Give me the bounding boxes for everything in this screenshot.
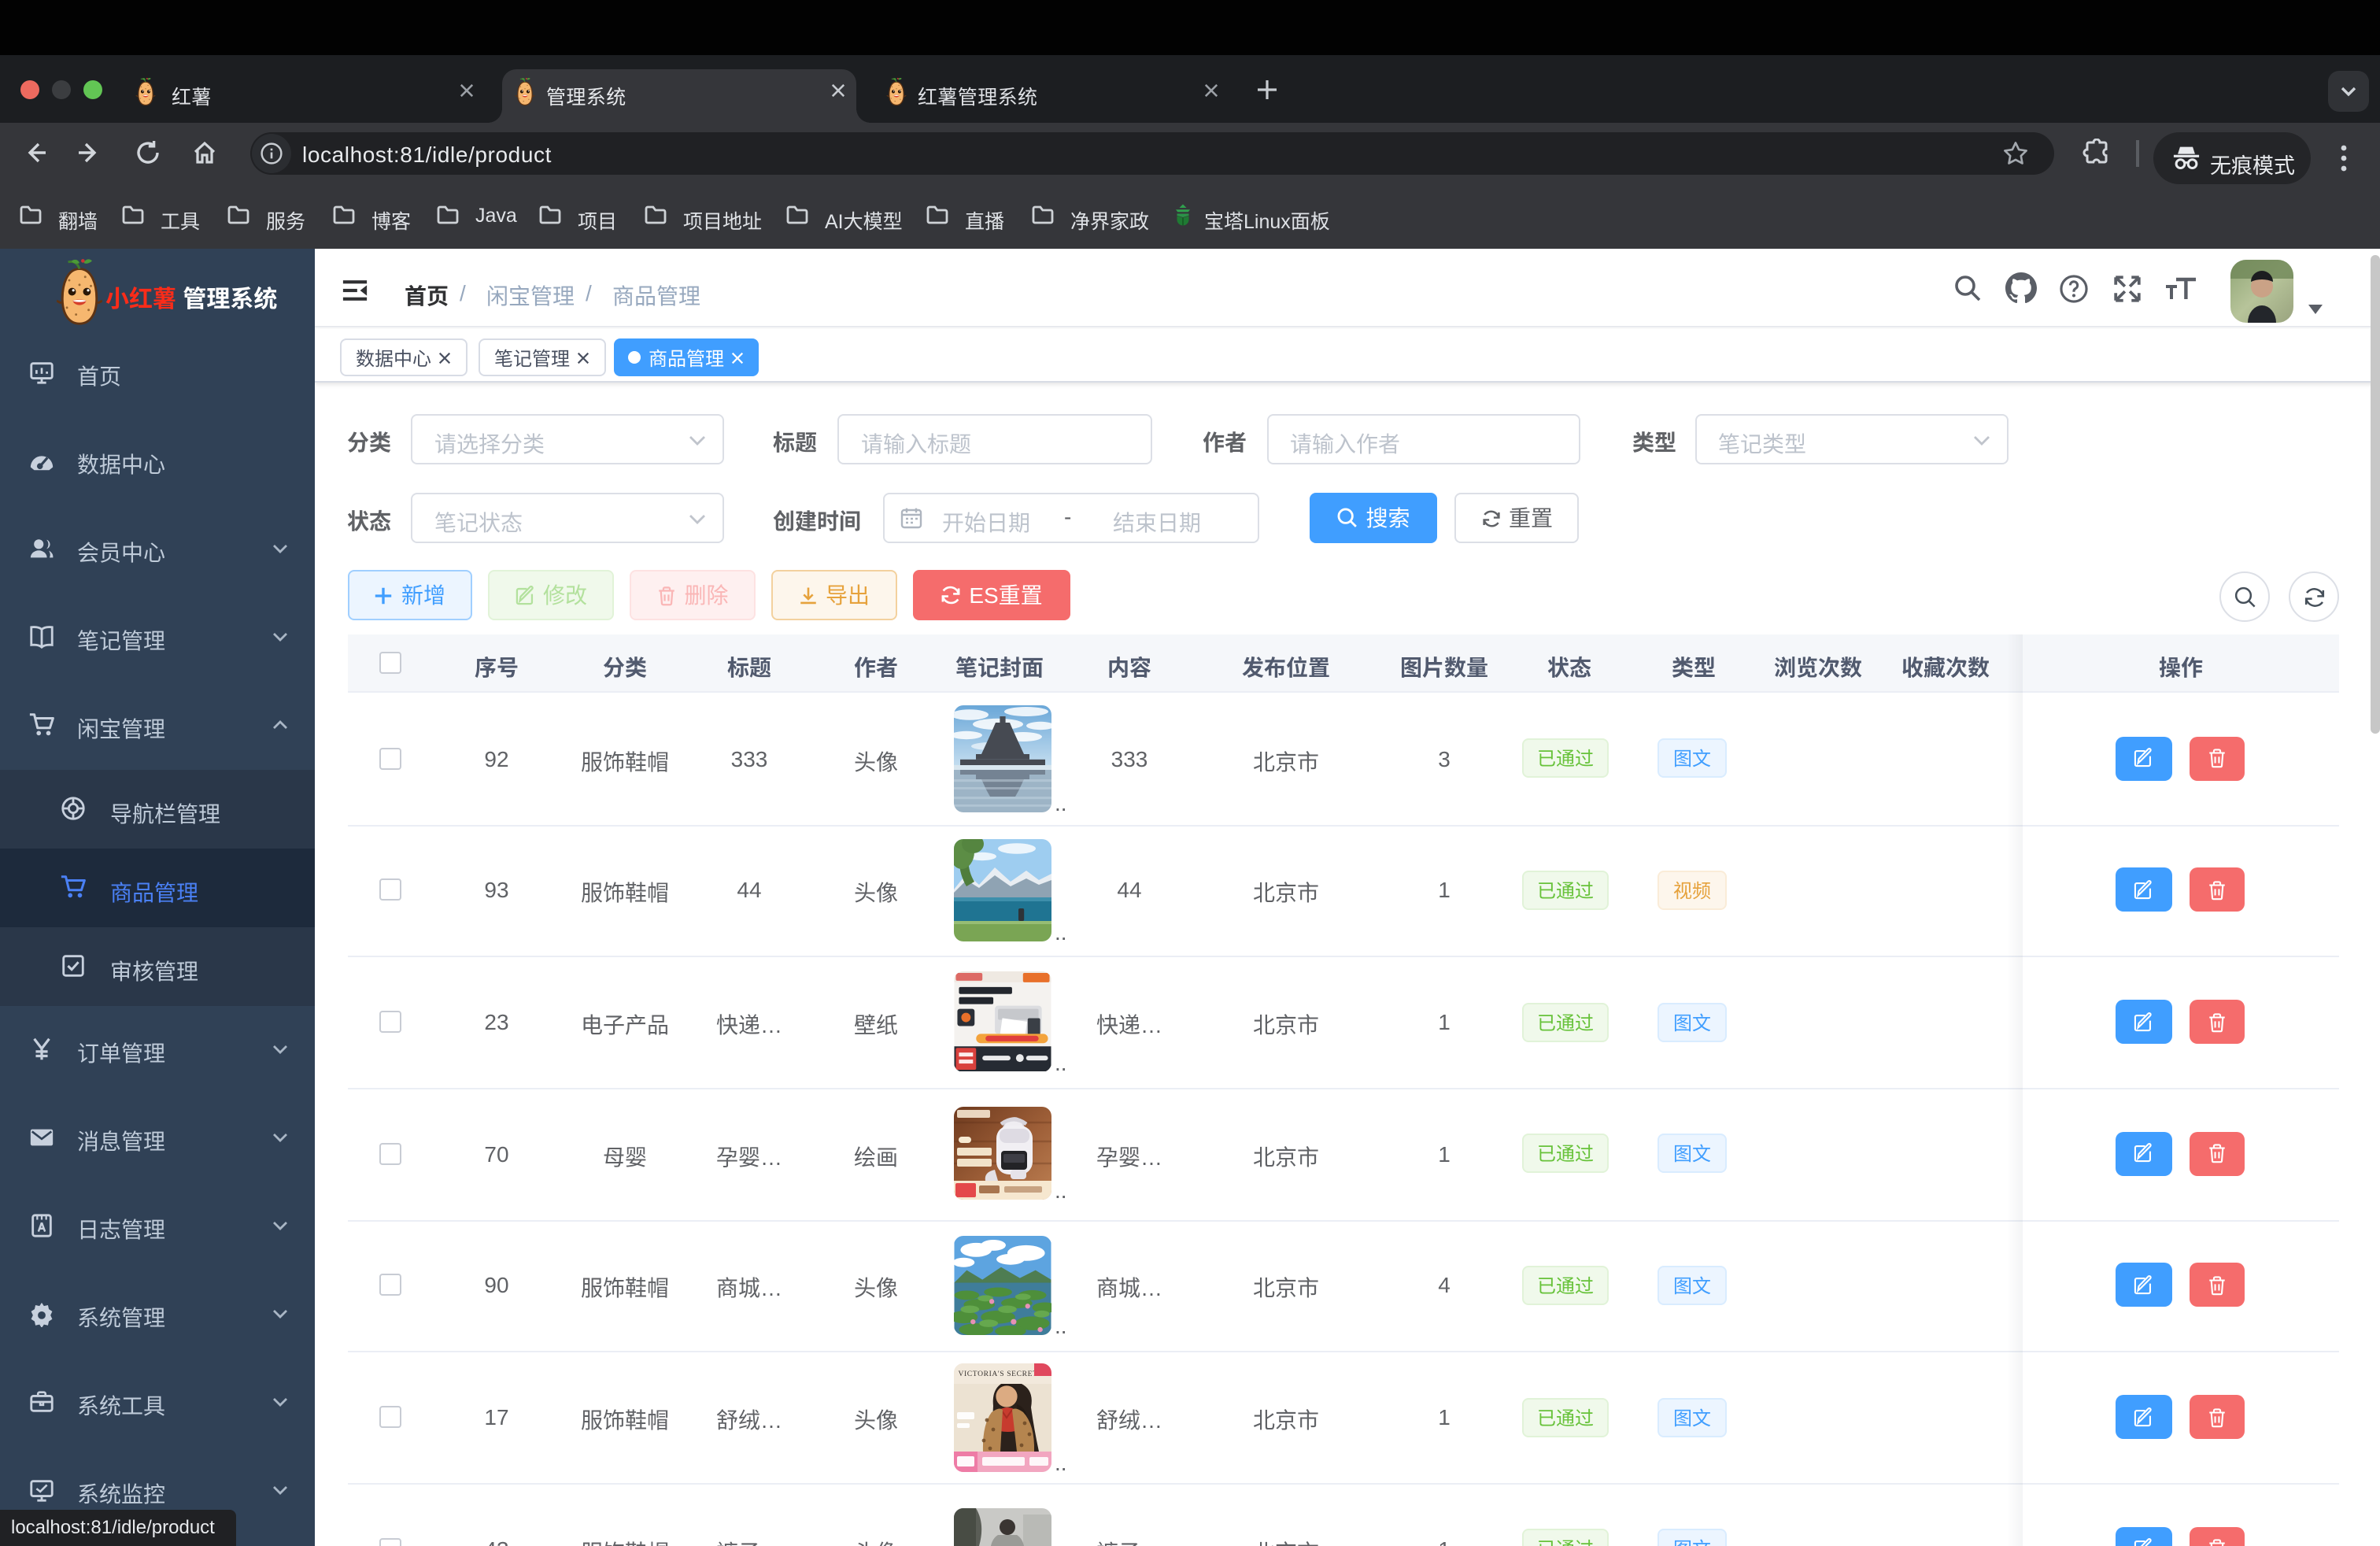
svg-text:VICTORIA'S SECRET: VICTORIA'S SECRET — [958, 1369, 1037, 1378]
